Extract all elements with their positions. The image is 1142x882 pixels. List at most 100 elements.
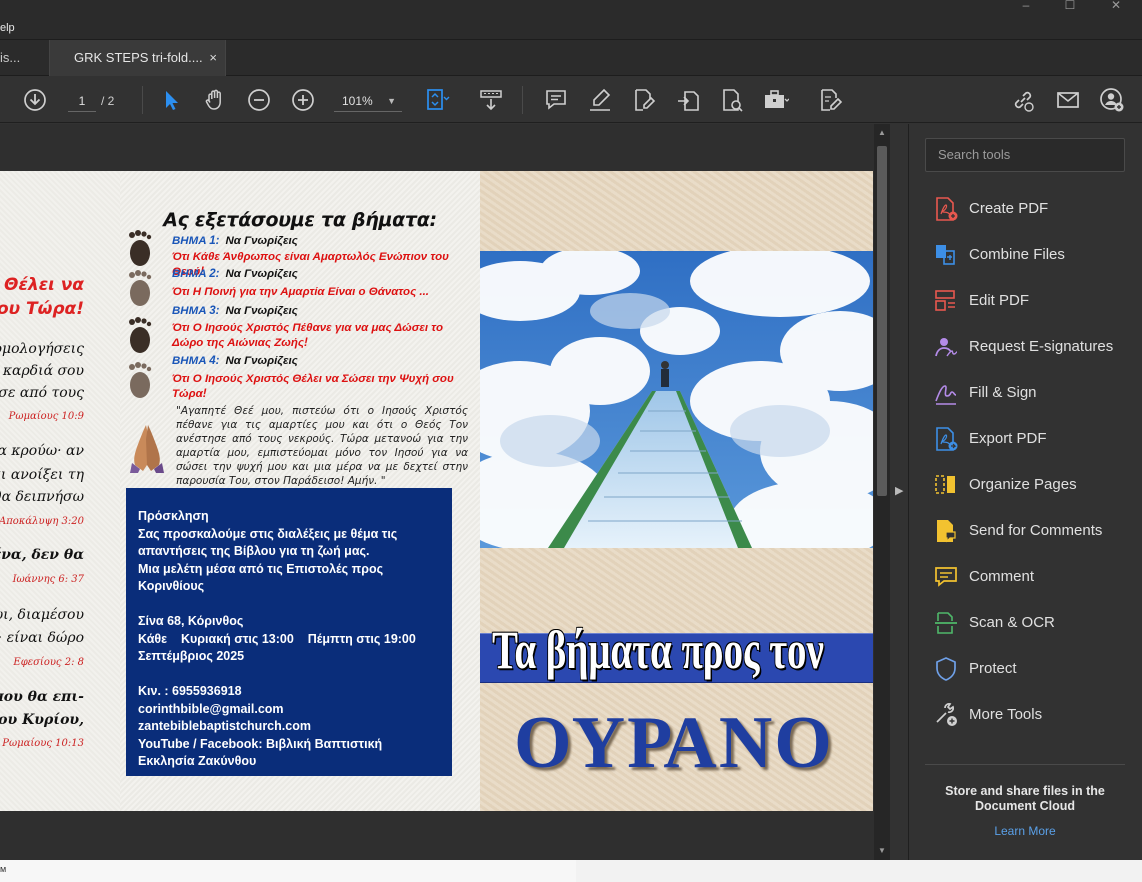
- tool-label: Scan & OCR: [969, 614, 1055, 631]
- left-text-line: ένα, δεν θα: [0, 547, 84, 563]
- comment-tool-icon: [935, 567, 957, 587]
- scroll-up-arrow-icon[interactable]: ▲: [874, 126, 890, 140]
- tools-briefcase-icon[interactable]: [763, 87, 790, 113]
- tool-label: Export PDF: [969, 430, 1047, 447]
- edit-document-icon[interactable]: [631, 87, 657, 113]
- zoom-level-select[interactable]: 101% ▼: [334, 90, 402, 112]
- tool-label: Organize Pages: [969, 476, 1077, 493]
- left-verse-reference: Ρωμαίους 10:9: [8, 411, 84, 422]
- panel-divider: [925, 764, 1125, 765]
- tool-request-esignatures[interactable]: Request E-signatures: [933, 332, 1133, 362]
- tool-edit-pdf[interactable]: Edit PDF: [933, 286, 1133, 316]
- invitation-email: corinthbible@gmail.com: [138, 701, 284, 716]
- left-verse-reference: Ιωάννης 6: 37: [12, 574, 84, 585]
- menu-bar: elp: [0, 16, 1142, 40]
- request-esign-icon: [935, 338, 958, 357]
- pdf-page: ός Θέλει να ου Τώρα! ομολογήσεις καρδιά …: [0, 171, 873, 811]
- chevron-right-icon[interactable]: ▶: [895, 484, 903, 497]
- fill-sign-icon: [935, 385, 957, 405]
- footprint-icon: [129, 317, 152, 353]
- left-text-line: σε από τους: [0, 385, 84, 401]
- minimize-button[interactable]: –: [1016, 0, 1036, 14]
- tool-send-for-comments[interactable]: Send for Comments: [933, 516, 1133, 546]
- tool-organize-pages[interactable]: Organize Pages: [933, 470, 1133, 500]
- tool-label: Edit PDF: [969, 292, 1030, 309]
- link-share-icon[interactable]: [1010, 87, 1036, 113]
- comment-icon[interactable]: [543, 87, 569, 113]
- tool-combine-files[interactable]: Combine Files: [933, 240, 1133, 270]
- tool-create-pdf[interactable]: Create PDF: [933, 194, 1133, 224]
- left-text-line: αι ανοίξει τη: [0, 467, 84, 483]
- page-number-input[interactable]: 1: [68, 90, 96, 112]
- step-know: Να Γνωρίζεις: [225, 268, 298, 280]
- download-icon[interactable]: [22, 87, 48, 113]
- organize-file-icon[interactable]: [719, 87, 745, 113]
- step-number: ΒΗΜΑ 4:: [172, 355, 220, 367]
- protect-icon: [936, 657, 956, 681]
- tool-scan-ocr[interactable]: Scan & OCR: [933, 608, 1133, 638]
- step-number: ΒΗΜΑ 1:: [172, 235, 220, 247]
- tool-label: Fill & Sign: [969, 384, 1037, 401]
- zoom-out-icon[interactable]: [246, 87, 272, 113]
- left-text-line: ς· είναι δώρο: [0, 630, 84, 646]
- acrobat-window: – ☐ ✕ elp is... GRK STEPS tri-fold.... ×…: [0, 0, 1142, 860]
- step-3-label: ΒΗΜΑ 3: Να Γνωρίζεις: [172, 305, 298, 317]
- vertical-scrollbar[interactable]: ▲ ▼: [874, 124, 890, 860]
- toolbar-divider: [142, 86, 143, 114]
- invitation-line: Σας προσκαλούμε στις διαλέξεις με θέμα τ…: [138, 526, 398, 541]
- left-text-line: α κρούω· αν: [0, 443, 84, 459]
- left-verse-reference: Αποκάλυψη 3:20: [0, 516, 84, 527]
- background-window-strip: м: [0, 860, 1142, 882]
- step-know: Να Γνωρίζεις: [225, 235, 298, 247]
- tab-active-document[interactable]: GRK STEPS tri-fold.... ×: [50, 40, 226, 76]
- fit-page-icon[interactable]: [424, 87, 450, 113]
- close-tab-icon[interactable]: ×: [209, 40, 217, 76]
- step-number: ΒΗΜΑ 3:: [172, 305, 220, 317]
- tab-previous-document[interactable]: is...: [0, 40, 50, 76]
- scroll-mode-icon[interactable]: [478, 87, 504, 113]
- tool-protect[interactable]: Protect: [933, 654, 1133, 684]
- more-tools-icon: [936, 703, 957, 726]
- background-window-left: м: [0, 860, 576, 882]
- learn-more-link[interactable]: Learn More: [925, 824, 1125, 838]
- step-know: Να Γνωρίζεις: [225, 355, 298, 367]
- menu-help[interactable]: elp: [0, 22, 15, 34]
- create-pdf-icon: [936, 197, 958, 221]
- step-number: ΒΗΜΑ 2:: [172, 268, 220, 280]
- footprint-icon: [129, 362, 152, 398]
- scrollbar-thumb[interactable]: [877, 146, 887, 496]
- left-text-line: θα δειπνήσω: [0, 489, 84, 505]
- step-know: Να Γνωρίζεις: [225, 305, 298, 317]
- tool-more-tools[interactable]: More Tools: [933, 700, 1133, 730]
- tool-fill-sign[interactable]: Fill & Sign: [933, 378, 1133, 408]
- search-tools-input[interactable]: Search tools: [925, 138, 1125, 172]
- scroll-down-arrow-icon[interactable]: ▼: [874, 844, 890, 858]
- invitation-address: Σίνα 68, Κόρινθος: [138, 614, 244, 628]
- export-file-icon[interactable]: [675, 87, 701, 113]
- add-user-icon[interactable]: [1099, 87, 1125, 113]
- left-text-line: ς που θα επι-: [0, 689, 84, 705]
- maximize-button[interactable]: ☐: [1060, 0, 1080, 14]
- left-red-heading-1: ός Θέλει να: [0, 275, 84, 295]
- tool-label: Comment: [969, 568, 1035, 585]
- page-total: / 2: [101, 94, 115, 108]
- footprint-icon: [129, 270, 152, 306]
- sign-document-icon[interactable]: [817, 87, 843, 113]
- tool-comment[interactable]: Comment: [933, 562, 1133, 592]
- close-window-button[interactable]: ✕: [1106, 0, 1126, 14]
- hand-tool-icon[interactable]: [202, 87, 228, 113]
- brochure-middle-panel: Ας εξετάσουμε τα βήματα: ΒΗΜΑ 1: Να Γνωρί…: [120, 171, 480, 811]
- tools-panel-toggle[interactable]: ▶: [890, 124, 908, 860]
- invitation-title: Πρόσκληση: [138, 509, 209, 523]
- invitation-schedule: Κάθε Κυριακή στις 13:00 Πέμπτη στις 19:0…: [138, 631, 416, 646]
- steps-heading: Ας εξετάσουμε τα βήματα:: [163, 209, 437, 231]
- mail-icon[interactable]: [1055, 87, 1081, 113]
- step-2-text: Ότι Η Ποινή για την Αμαρτία Είναι ο Θάνα…: [172, 286, 429, 298]
- select-cursor-icon[interactable]: [158, 87, 184, 113]
- highlight-pen-icon[interactable]: [587, 87, 613, 113]
- zoom-in-icon[interactable]: [290, 87, 316, 113]
- main-toolbar: 1 / 2 101% ▼: [0, 77, 1142, 123]
- invitation-phone: Κιν. : 6955936918: [138, 684, 242, 698]
- tool-export-pdf[interactable]: Export PDF: [933, 424, 1133, 454]
